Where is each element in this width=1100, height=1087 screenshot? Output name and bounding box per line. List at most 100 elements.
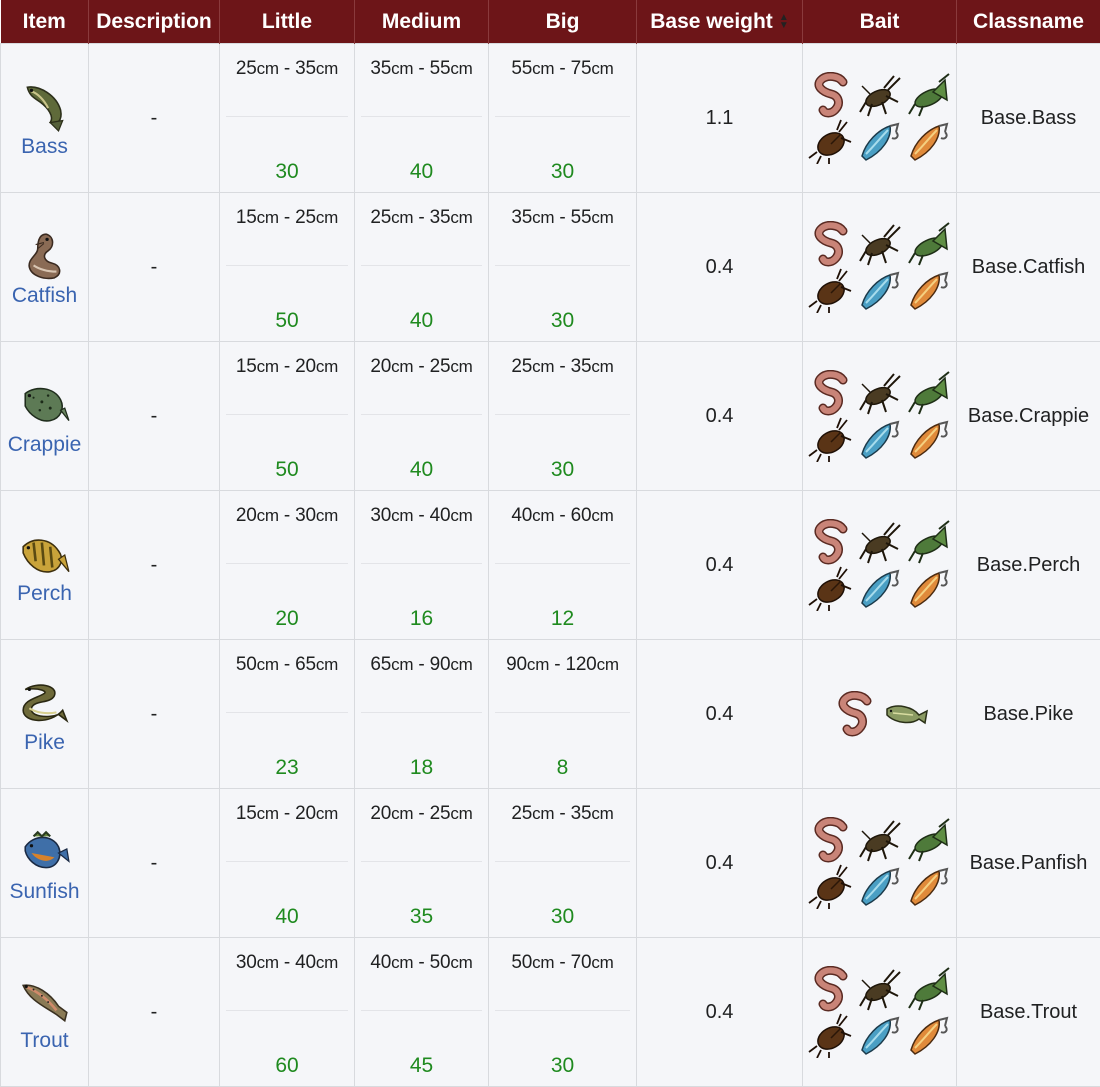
divider — [226, 265, 348, 266]
size-little-range: 30cm - 40cm — [220, 938, 354, 974]
cockroach-icon[interactable] — [807, 565, 853, 611]
grasshopper-icon[interactable] — [905, 966, 951, 1012]
table-row: Crappie - 15cm - 20cm 50 20cm - 25cm 40 … — [1, 342, 1100, 491]
blue-lure-icon[interactable] — [856, 118, 902, 164]
item-link[interactable]: Perch — [17, 582, 72, 605]
bait-list — [803, 966, 956, 1058]
header-item: Item — [1, 0, 89, 44]
size-little-cell: 15cm - 20cm 50 — [220, 342, 355, 491]
bass-icon[interactable] — [19, 81, 71, 133]
cricket-icon[interactable] — [856, 72, 902, 118]
size-big-range: 25cm - 35cm — [489, 342, 636, 378]
classname-cell: Base.Catfish — [957, 193, 1100, 342]
size-medium-range: 20cm - 25cm — [355, 342, 488, 378]
worm-icon[interactable] — [807, 817, 853, 863]
cricket-icon[interactable] — [856, 817, 902, 863]
item-cell: Catfish — [1, 193, 89, 342]
header-base-weight-label: Base weight — [650, 10, 773, 33]
description-cell: - — [89, 342, 220, 491]
cricket-icon[interactable] — [856, 519, 902, 565]
cockroach-icon[interactable] — [807, 118, 853, 164]
bait-cell — [803, 193, 957, 342]
classname-cell: Base.Trout — [957, 938, 1100, 1087]
worm-icon[interactable] — [807, 221, 853, 267]
table-row: Perch - 20cm - 30cm 20 30cm - 40cm 16 40… — [1, 491, 1100, 640]
sunfish-icon[interactable] — [19, 826, 71, 878]
blue-lure-icon[interactable] — [856, 565, 902, 611]
item-link[interactable]: Crappie — [8, 433, 82, 456]
item-link[interactable]: Sunfish — [9, 880, 79, 903]
size-big-cell: 90cm - 120cm 8 — [489, 640, 637, 789]
header-little: Little — [220, 0, 355, 44]
worm-icon[interactable] — [807, 966, 853, 1012]
size-big-cell: 55cm - 75cm 30 — [489, 44, 637, 193]
size-big-chance: 8 — [489, 756, 636, 780]
bait-cell — [803, 342, 957, 491]
orange-lure-icon[interactable] — [905, 1012, 951, 1058]
blue-lure-icon[interactable] — [856, 416, 902, 462]
blue-lure-icon[interactable] — [856, 1012, 902, 1058]
item-link[interactable]: Bass — [21, 135, 68, 158]
orange-lure-icon[interactable] — [905, 118, 951, 164]
size-big-cell: 25cm - 35cm 30 — [489, 342, 637, 491]
grasshopper-icon[interactable] — [905, 72, 951, 118]
size-medium-chance: 18 — [355, 756, 488, 780]
grasshopper-icon[interactable] — [905, 817, 951, 863]
cockroach-icon[interactable] — [807, 267, 853, 313]
grasshopper-icon[interactable] — [905, 221, 951, 267]
worm-icon[interactable] — [807, 370, 853, 416]
base-weight-cell: 0.4 — [637, 342, 803, 491]
grasshopper-icon[interactable] — [905, 370, 951, 416]
size-medium-cell: 20cm - 25cm 35 — [355, 789, 489, 938]
cricket-icon[interactable] — [856, 966, 902, 1012]
orange-lure-icon[interactable] — [905, 416, 951, 462]
size-little-range: 15cm - 20cm — [220, 342, 354, 378]
cockroach-icon[interactable] — [807, 1012, 853, 1058]
bait-list — [803, 519, 956, 611]
size-big-chance: 30 — [489, 1054, 636, 1078]
base-weight-cell: 0.4 — [637, 491, 803, 640]
item-cell: Bass — [1, 44, 89, 193]
grasshopper-icon[interactable] — [905, 519, 951, 565]
blue-lure-icon[interactable] — [856, 863, 902, 909]
orange-lure-icon[interactable] — [905, 267, 951, 313]
orange-lure-icon[interactable] — [905, 863, 951, 909]
size-medium-cell: 30cm - 40cm 16 — [355, 491, 489, 640]
cockroach-icon[interactable] — [807, 416, 853, 462]
table-row: Trout - 30cm - 40cm 60 40cm - 50cm 45 50… — [1, 938, 1100, 1087]
small-fish-icon[interactable] — [883, 691, 929, 737]
cockroach-icon[interactable] — [807, 863, 853, 909]
size-big-cell: 50cm - 70cm 30 — [489, 938, 637, 1087]
item-link[interactable]: Catfish — [12, 284, 77, 307]
divider — [495, 414, 630, 415]
blue-lure-icon[interactable] — [856, 267, 902, 313]
classname-cell: Base.Perch — [957, 491, 1100, 640]
bait-list — [803, 72, 956, 164]
pike-icon[interactable] — [19, 677, 71, 729]
orange-lure-icon[interactable] — [905, 565, 951, 611]
bait-list — [803, 370, 956, 462]
size-medium-range: 65cm - 90cm — [355, 640, 488, 676]
item-link[interactable]: Trout — [20, 1029, 68, 1052]
catfish-icon[interactable] — [19, 230, 71, 282]
perch-icon[interactable] — [19, 528, 71, 580]
header-base-weight[interactable]: Base weight ▲▼ — [637, 0, 803, 44]
size-medium-cell: 65cm - 90cm 18 — [355, 640, 489, 789]
divider — [495, 116, 630, 117]
worm-icon[interactable] — [831, 691, 877, 737]
item-link[interactable]: Pike — [24, 731, 65, 754]
trout-icon[interactable] — [19, 975, 71, 1027]
size-medium-range: 30cm - 40cm — [355, 491, 488, 527]
cricket-icon[interactable] — [856, 370, 902, 416]
description-cell: - — [89, 938, 220, 1087]
bait-list — [803, 221, 956, 313]
cricket-icon[interactable] — [856, 221, 902, 267]
worm-icon[interactable] — [807, 72, 853, 118]
worm-icon[interactable] — [807, 519, 853, 565]
divider — [226, 563, 348, 564]
sort-icon[interactable]: ▲▼ — [779, 14, 789, 30]
item-cell: Pike — [1, 640, 89, 789]
crappie-icon[interactable] — [19, 379, 71, 431]
divider — [226, 1010, 348, 1011]
size-medium-chance: 40 — [355, 160, 488, 184]
